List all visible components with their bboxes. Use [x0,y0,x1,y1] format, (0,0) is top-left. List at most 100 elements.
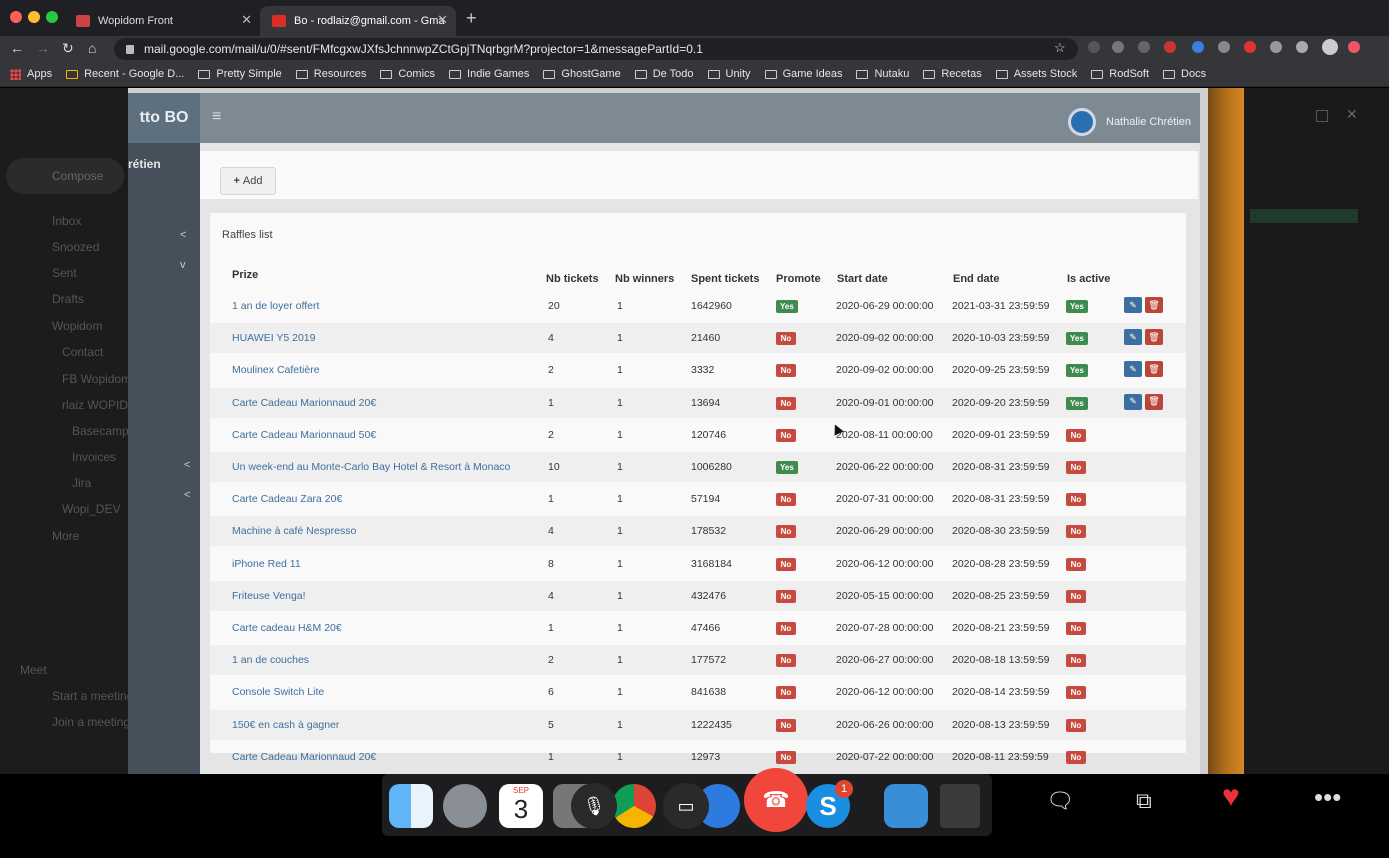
sidebar-item-inbox[interactable]: Inbox [52,214,81,228]
sidebar-item-wopidom[interactable]: Wopidom [52,319,102,333]
launchpad-icon[interactable] [443,784,487,828]
dropbox-extension-icon[interactable] [1192,41,1204,53]
folder-app-icon[interactable] [884,784,928,828]
column-header-start-date[interactable]: Start date [837,273,888,285]
chat-icon[interactable]: 🗨 [1046,788,1074,814]
bookmark-folder[interactable]: Comics [380,68,435,80]
edit-icon[interactable]: ✎ [1124,329,1142,346]
prize-cell[interactable]: Friteuse Venga! [232,590,306,602]
bookmark-folder[interactable]: Nutaku [856,68,909,80]
bookmark-folder[interactable]: Assets Stock [995,68,1077,80]
maximize-window-button[interactable] [46,11,58,23]
sidebar-item-rlaiz[interactable]: rlaiz WOPID [62,398,128,412]
close-tab-icon[interactable]: ✕ [241,12,252,28]
home-icon[interactable]: ⌂ [88,40,96,56]
prize-cell[interactable]: Carte Cadeau Marionnaud 20€ [232,751,376,763]
column-header-nb-winners[interactable]: Nb winners [615,273,674,285]
tab-wopidom-front[interactable]: Wopidom Front ✕ [64,6,260,36]
bookmark-folder[interactable]: Docs [1163,68,1206,80]
hamburger-menu-icon[interactable]: ≡ [212,108,221,126]
bookmark-folder[interactable]: Unity [707,68,751,80]
extension-icon[interactable] [1088,41,1100,53]
more-options-icon[interactable]: ••• [1314,782,1341,813]
delete-icon[interactable]: 🗑 [1145,393,1163,410]
minimize-window-button[interactable] [28,11,40,23]
chevron-left-icon[interactable]: < [184,489,190,501]
sidebar-item-invoices[interactable]: Invoices [72,450,116,464]
bookmark-folder[interactable]: Recetas [923,68,982,80]
column-header-is-active[interactable]: Is active [1067,273,1110,285]
bookmark-apps[interactable]: Apps [10,68,52,80]
prize-cell[interactable]: Carte cadeau H&M 20€ [232,622,342,634]
column-header-nb-tickets[interactable]: Nb tickets [546,273,599,285]
switch-window-icon[interactable]: ⧉ [1136,788,1152,814]
bookmark-folder[interactable]: De Todo [634,68,694,80]
finder-icon[interactable] [389,784,433,828]
adblock-extension-icon[interactable] [1164,41,1176,53]
sidebar-item-more[interactable]: More [52,529,79,543]
user-name[interactable]: Nathalie Chrétien [1106,116,1191,128]
prize-cell[interactable]: Carte Cadeau Marionnaud 20€ [232,397,376,409]
bookmark-recent-google-drive[interactable]: Recent - Google D... [66,68,184,80]
delete-icon[interactable]: 🗑 [1145,297,1163,313]
column-header-prize[interactable]: Prize [232,269,258,281]
mute-microphone-button[interactable]: 🎙 [571,783,617,829]
sidebar-item-wopi-dev[interactable]: Wopi_DEV [62,502,120,516]
tab-gmail[interactable]: Bo - rodlaiz@gmail.com - Gma ✕ [260,6,456,36]
calendar-icon[interactable]: SEP 3 [499,784,543,828]
new-tab-icon[interactable]: + [466,8,477,29]
chevron-down-icon[interactable]: v [180,259,186,271]
stop-video-button[interactable]: ▭ [663,783,709,829]
prize-cell[interactable]: Moulinex Cafetière [232,364,320,376]
prize-cell[interactable]: 150€ en cash à gagner [232,719,339,731]
column-header-promote[interactable]: Promote [776,273,821,285]
block-extension-icon[interactable] [1244,41,1256,53]
chevron-left-icon[interactable]: < [184,459,190,471]
close-viewer-icon[interactable]: ✕ [1346,106,1358,123]
address-bar[interactable]: mail.google.com/mail/u/0/#sent/FMfcgxwJX… [114,38,1078,60]
sidebar-item-sent[interactable]: Sent [52,266,77,280]
bookmark-folder[interactable]: Indie Games [449,68,529,80]
delete-icon[interactable]: 🗑 [1145,329,1163,346]
chevron-left-icon[interactable]: < [180,229,186,241]
delete-icon[interactable]: 🗑 [1145,361,1163,378]
bookmark-folder[interactable]: GhostGame [543,68,621,80]
sidebar-item-drafts[interactable]: Drafts [52,292,84,306]
power-icon[interactable] [1068,108,1096,136]
add-button[interactable]: + Add [220,167,276,195]
sidebar-item-jira[interactable]: Jira [72,476,91,490]
edit-icon[interactable]: ✎ [1124,393,1142,410]
forward-icon[interactable]: → [36,40,50,56]
column-header-spent-tickets[interactable]: Spent tickets [691,273,759,285]
prize-cell[interactable]: Carte Cadeau Marionnaud 50€ [232,429,376,441]
open-in-new-icon[interactable] [1316,110,1328,122]
prize-cell[interactable]: iPhone Red 11 [232,558,301,570]
pinterest-extension-icon[interactable] [1112,41,1124,53]
edit-icon[interactable]: ✎ [1124,297,1142,313]
edit-icon[interactable]: ✎ [1124,361,1142,378]
trash-icon[interactable] [940,784,980,828]
bookmark-folder[interactable]: Game Ideas [764,68,842,80]
prize-cell[interactable]: HUAWEI Y5 2019 [232,332,315,344]
end-call-button[interactable]: ☎ [744,768,808,832]
back-icon[interactable]: ← [10,40,24,56]
bookmark-folder[interactable]: Pretty Simple [198,68,282,80]
prize-cell[interactable]: Un week-end au Monte-Carlo Bay Hotel & R… [232,461,510,473]
prize-cell[interactable]: 1 an de loyer offert [232,300,319,312]
chrome-icon[interactable] [612,784,656,828]
bookmark-folder[interactable]: RodSoft [1091,68,1149,80]
sidebar-item-fb-wopidom[interactable]: FB Wopidom [62,372,131,386]
compose-button[interactable]: Compose [6,158,124,194]
puzzle-extensions-icon[interactable] [1296,41,1308,53]
close-tab-icon[interactable]: ✕ [437,12,448,28]
sidebar-item-basecamp[interactable]: Basecamp [72,424,129,438]
camera-extension-icon[interactable] [1270,41,1282,53]
close-window-button[interactable] [10,11,22,23]
prize-cell[interactable]: 1 an de couches [232,654,309,666]
heart-icon[interactable]: ♥ [1222,780,1240,814]
start-meeting-link[interactable]: Start a meeting [52,689,133,703]
profile-avatar[interactable] [1322,39,1338,55]
bookmark-star-icon[interactable]: ☆ [1054,40,1066,56]
sidebar-item-contact[interactable]: Contact [62,345,103,359]
extension-icon[interactable] [1138,41,1150,53]
